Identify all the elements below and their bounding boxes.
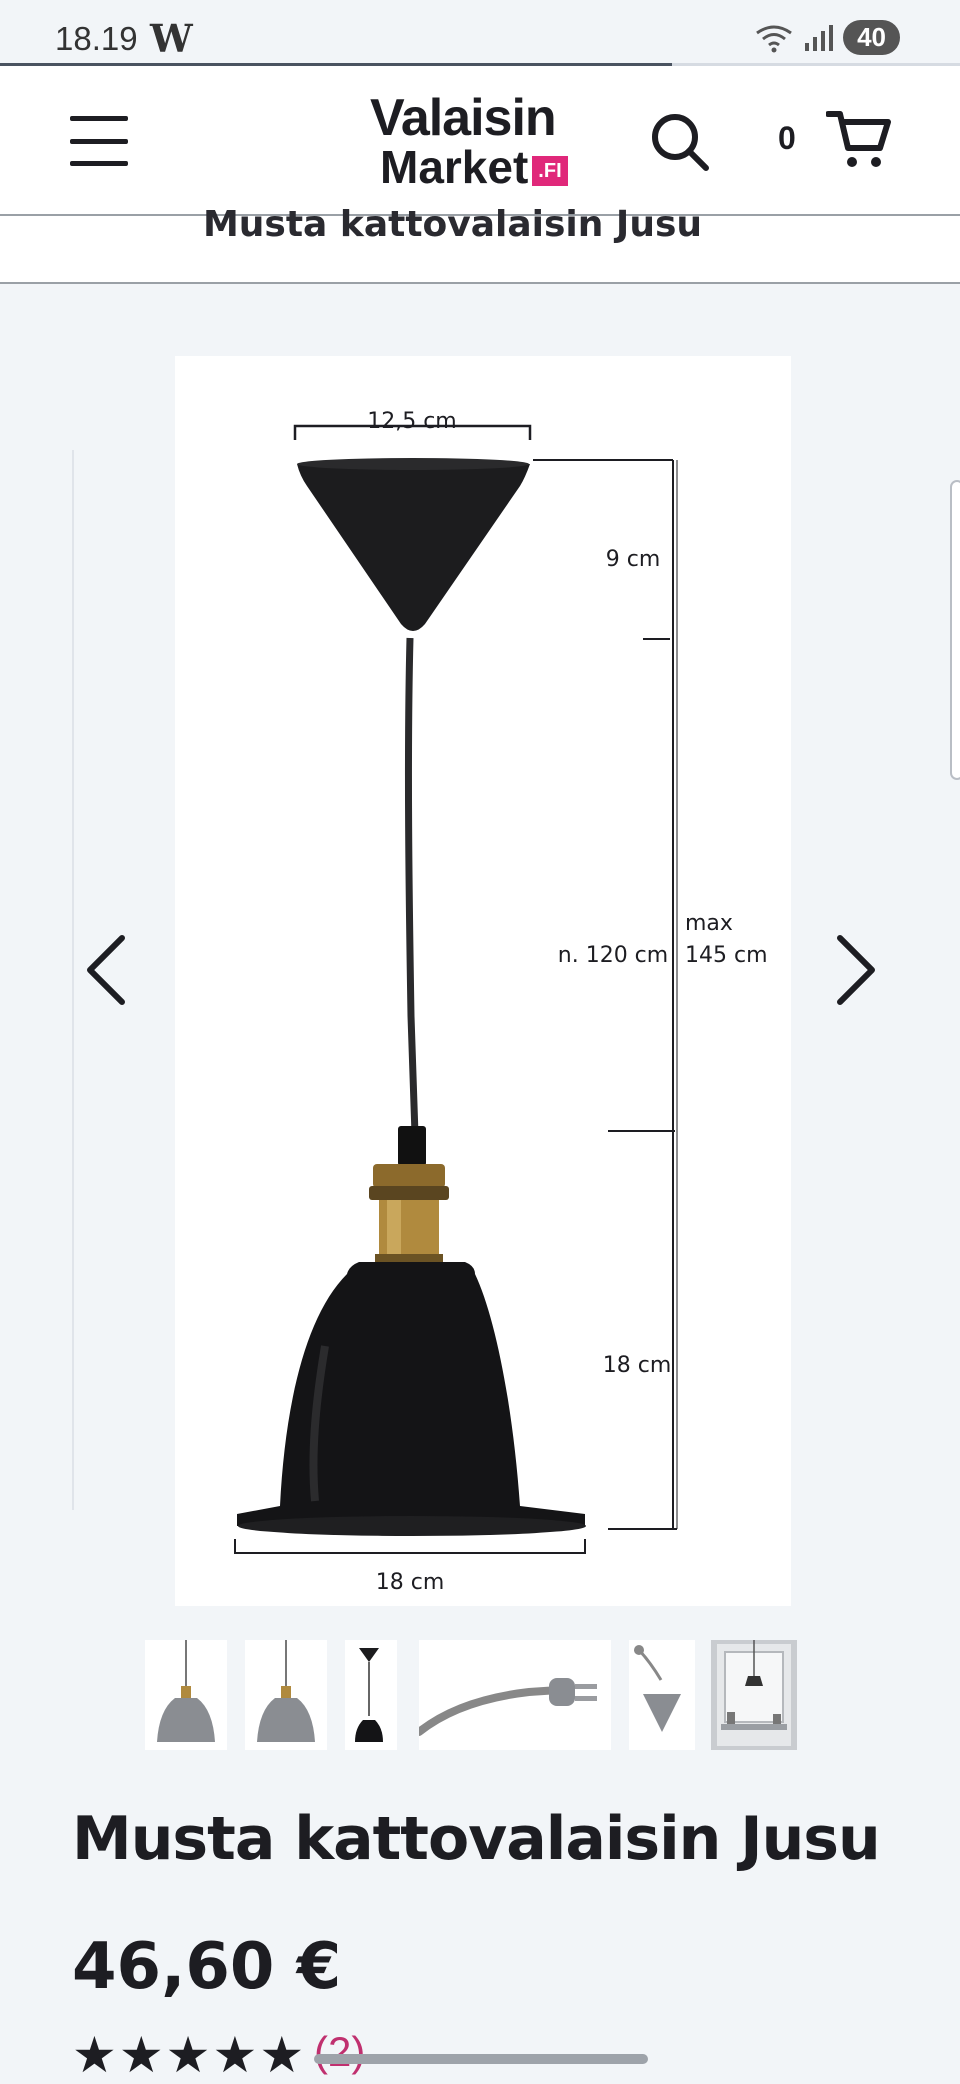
cart-icon[interactable] [826,106,892,172]
star-icon: ★ [72,2026,117,2084]
wifi-icon [756,25,792,52]
rating-stars[interactable]: ★ ★ ★ ★ ★ [72,2030,304,2080]
product-price: 46,60 € [72,1930,342,2004]
menu-button[interactable] [70,116,128,166]
search-icon[interactable] [648,110,712,174]
status-icons: 40 [755,20,900,55]
sticky-product-title-bar: Musta kattovalaisin Jusu [0,204,960,284]
thumbnail-4[interactable] [419,1640,611,1750]
thumbnail-6[interactable] [711,1640,797,1750]
dimension-cord-length: n. 120 cm [558,943,668,968]
dimension-shade-height: 18 cm [603,1353,672,1378]
status-time: 18.19 [55,20,138,57]
thumbnail-1[interactable] [145,1640,227,1750]
battery-indicator: 40 [843,20,900,55]
star-icon: ★ [212,2026,258,2084]
site-header: Valaisin Market .FI 0 [0,66,960,216]
star-icon: ★ [259,2026,305,2084]
logo-badge: .FI [532,156,568,186]
menu-icon-bar [70,116,128,121]
previous-image-edge [72,450,74,1510]
thumbnail-5[interactable] [629,1640,695,1750]
star-icon: ★ [165,2026,211,2084]
dimension-canopy-height: 9 cm [606,547,661,572]
product-title: Musta kattovalaisin Jusu [72,1804,881,1874]
menu-icon-bar [70,138,128,144]
dimension-canopy-width: 12,5 cm [367,409,457,434]
review-count-link[interactable]: (2) [314,2028,365,2076]
app-notification-icon: W [150,16,193,61]
star-icon: ★ [118,2026,164,2084]
sticky-product-title: Musta kattovalaisin Jusu [202,204,703,245]
cart-count[interactable]: 0 [778,120,796,157]
status-bar: 18.19 W 40 [0,0,960,66]
dimension-max-label: max [685,911,733,936]
thumbnail-3-active[interactable] [345,1640,397,1750]
logo-line1: Valaisin [370,89,557,147]
signal-icon [805,24,834,51]
previous-image-arrow-icon[interactable] [80,930,140,1010]
dimension-max-length: 145 cm [685,943,768,968]
next-image-arrow-icon[interactable] [822,930,882,1010]
home-indicator[interactable] [314,2054,648,2064]
dimension-shade-width: 18 cm [376,1570,445,1595]
site-logo[interactable]: Valaisin Market .FI [370,92,600,192]
product-dimension-drawing: 12,5 cm 9 cm n. 120 cm max 145 cm 18 cm … [234,409,768,1595]
scroll-handle[interactable] [950,480,960,780]
logo-line2: Market [380,141,529,193]
menu-icon-bar [70,161,128,166]
product-image-main[interactable]: 12,5 cm 9 cm n. 120 cm max 145 cm 18 cm … [175,356,791,1606]
thumbnail-2[interactable] [245,1640,327,1750]
